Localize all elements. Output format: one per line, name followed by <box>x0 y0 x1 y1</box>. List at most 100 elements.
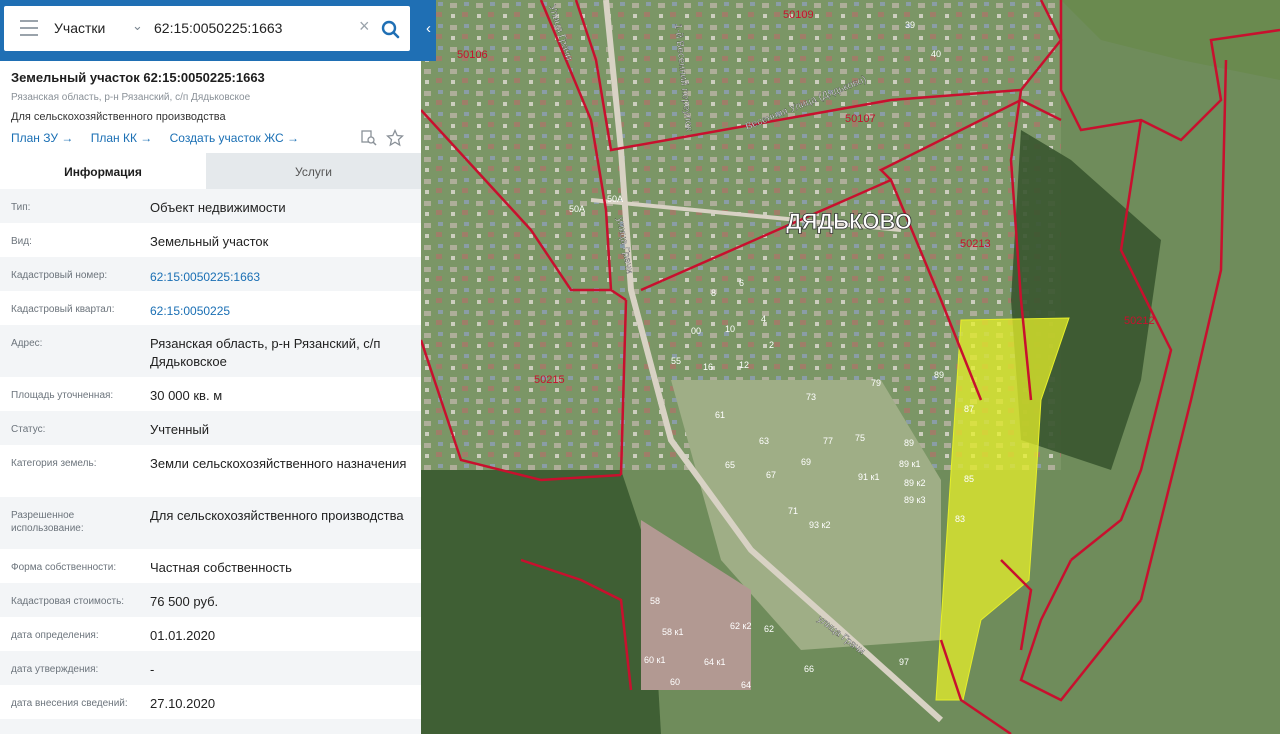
search-doc-icon[interactable] <box>360 129 378 147</box>
info-label: дата утверждения: <box>11 664 99 675</box>
search-icon <box>381 20 400 39</box>
info-value: Объект недвижимости <box>150 200 286 215</box>
info-value: Земельный участок <box>150 234 269 249</box>
village-label: ДЯДЬКОВО <box>786 209 912 234</box>
satellite-map[interactable]: ДЯДЬКОВО 50106 50109 50107 50213 50212 5… <box>421 0 1280 734</box>
info-label: Статус: <box>11 424 46 435</box>
info-table: Тип: Объект недвижимости Вид: Земельный … <box>0 189 421 734</box>
info-row-area: Площадь уточненная: 30 000 кв. м <box>0 377 421 411</box>
house-number: 83 <box>955 514 965 524</box>
info-label: Категория земель: <box>11 458 97 469</box>
info-label: Кадастровая стоимость: <box>11 596 125 607</box>
info-label: Тип: <box>11 202 31 213</box>
info-row-entry-date: дата внесения сведений: 27.10.2020 <box>0 685 421 719</box>
info-row-cut-off <box>0 719 421 734</box>
house-number: 93 к2 <box>809 520 830 530</box>
house-number: 97 <box>899 657 909 667</box>
info-label: Адрес: <box>11 338 43 349</box>
house-number: 71 <box>788 506 798 516</box>
house-number: 40 <box>931 49 941 59</box>
info-row-address: Адрес: Рязанская область, р-н Рязанский,… <box>0 325 421 377</box>
info-label: Вид: <box>11 236 32 247</box>
forest-sw <box>421 470 661 734</box>
house-number: 6 <box>739 278 744 288</box>
tab-services[interactable]: Услуги <box>206 153 421 189</box>
info-panel: Участки ⌄ 62:15:0050225:1663 × Земельный… <box>0 0 421 734</box>
house-number: 2 <box>769 340 774 350</box>
house-number: 89 к2 <box>904 478 925 488</box>
category-select[interactable]: Участки <box>54 20 105 36</box>
house-number: 50А <box>569 204 585 214</box>
collapse-panel-button[interactable]: ‹ <box>421 0 436 61</box>
info-row-kind: Вид: Земельный участок <box>0 223 421 257</box>
house-number: 4 <box>761 314 766 324</box>
tab-information[interactable]: Информация <box>0 153 206 189</box>
search-box[interactable]: Участки ⌄ 62:15:0050225:1663 × <box>4 6 410 51</box>
search-input[interactable]: 62:15:0050225:1663 <box>154 20 282 36</box>
menu-icon[interactable] <box>20 20 38 36</box>
info-label: Разрешенное использование: <box>11 510 84 534</box>
house-number: 85 <box>964 474 974 484</box>
house-number: 75 <box>855 433 865 443</box>
create-parcel-link[interactable]: Создать участок ЖС → <box>170 131 299 145</box>
info-label: Форма собственности: <box>11 562 117 573</box>
clear-icon[interactable]: × <box>359 16 370 37</box>
house-number: 91 к1 <box>858 472 879 482</box>
info-value: Учтенный <box>150 422 210 437</box>
house-number: 89 <box>904 438 914 448</box>
parcel-address: Рязанская область, р-н Рязанский, с/п Дя… <box>11 92 251 103</box>
info-value: Для сельскохозяйственного производства <box>150 508 404 523</box>
info-row-type: Тип: Объект недвижимости <box>0 189 421 223</box>
house-number: 89 <box>934 370 944 380</box>
info-label: дата определения: <box>11 630 99 641</box>
info-value: 30 000 кв. м <box>150 388 223 403</box>
info-label: Площадь уточненная: <box>11 390 114 401</box>
info-value: 76 500 руб. <box>150 594 219 609</box>
plan-kk-link[interactable]: План КК → <box>91 131 153 145</box>
house-number: 77 <box>823 436 833 446</box>
chevron-down-icon[interactable]: ⌄ <box>132 18 143 34</box>
info-row-ownership: Форма собственности: Частная собственнос… <box>0 549 421 583</box>
info-row-valuation-date: дата определения: 01.01.2020 <box>0 617 421 651</box>
map-canvas[interactable]: ДЯДЬКОВО 50106 50109 50107 50213 50212 5… <box>421 0 1280 734</box>
cadastral-number-link[interactable]: 62:15:0050225:1663 <box>150 268 410 286</box>
info-row-permitted-use: Разрешенное использование: Для сельскохо… <box>0 497 421 549</box>
info-row-status: Статус: Учтенный <box>0 411 421 445</box>
info-row-cadastral-number: Кадастровый номер: 62:15:0050225:1663 <box>0 257 421 291</box>
house-number: 65 <box>725 460 735 470</box>
house-number: 58 к1 <box>662 627 683 637</box>
action-links: План ЗУ → План КК → Создать участок ЖС → <box>11 131 313 145</box>
plan-zu-link[interactable]: План ЗУ → <box>11 131 73 145</box>
house-number: 39 <box>905 20 915 30</box>
quarter-label: 50212 <box>1124 315 1155 327</box>
info-value: 01.01.2020 <box>150 628 216 643</box>
house-number: 64 к1 <box>704 657 725 667</box>
info-value: Земли сельскохозяйственного назначения <box>150 456 407 471</box>
house-number: 87 <box>964 404 974 414</box>
info-row-approval-date: дата утверждения: - <box>0 651 421 685</box>
quarter-label: 50213 <box>960 238 991 250</box>
house-number: 89 к3 <box>904 495 925 505</box>
star-icon[interactable] <box>386 129 404 147</box>
house-number: 8 <box>711 288 716 298</box>
house-number: 60 <box>670 677 680 687</box>
info-value: Рязанская область, р-н Рязанский, с/п Дя… <box>150 336 381 369</box>
house-number: 63 <box>759 436 769 446</box>
tab-bar: Информация Услуги <box>0 153 421 189</box>
info-label: Кадастровый квартал: <box>11 304 115 315</box>
house-number: 67 <box>766 470 776 480</box>
house-number: 62 к2 <box>730 621 751 631</box>
info-row-cadastral-quarter: Кадастровый квартал: 62:15:0050225 <box>0 291 421 325</box>
cadastral-quarter-link[interactable]: 62:15:0050225 <box>150 302 410 320</box>
house-number: 89 к1 <box>899 459 920 469</box>
quarter-label: 50107 <box>845 113 876 125</box>
house-number: 12 <box>739 360 749 370</box>
search-button[interactable] <box>374 12 408 46</box>
house-number: 50А <box>607 194 623 204</box>
info-value: 27.10.2020 <box>150 696 216 711</box>
house-number: 79 <box>871 378 881 388</box>
quarter-label: 50109 <box>783 9 814 21</box>
parcel-purpose: Для сельскохозяйственного производства <box>11 111 226 123</box>
house-number: 16 <box>703 362 713 372</box>
info-value: - <box>150 662 155 677</box>
